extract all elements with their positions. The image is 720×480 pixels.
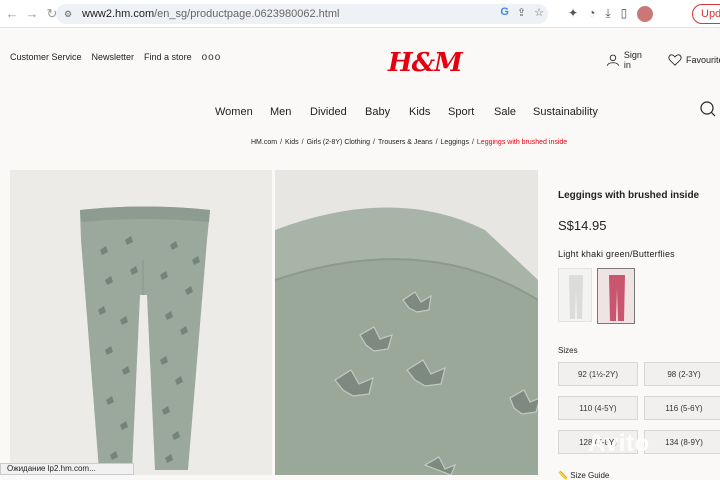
nav-men[interactable]: Men bbox=[270, 106, 291, 118]
find-store-link[interactable]: Find a store bbox=[144, 52, 192, 63]
back-icon[interactable]: ← bbox=[4, 6, 20, 21]
customer-service-link[interactable]: Customer Service bbox=[10, 52, 82, 63]
size-guide-label: Size Guide bbox=[570, 471, 610, 480]
size-option[interactable]: 98 (2-3Y) bbox=[644, 362, 720, 386]
profile-avatar[interactable] bbox=[637, 6, 654, 22]
chat-extension-icon[interactable]: ◔ bbox=[588, 6, 595, 22]
breadcrumb: HM.com / Kids / Girls (2-8Y) Clothing / Trouse… bbox=[251, 139, 568, 146]
size-guide-link[interactable]: 📏 Size Guide bbox=[558, 471, 609, 480]
nav-kids[interactable]: Kids bbox=[409, 106, 430, 118]
selected-color-name: Light khaki green/Butterflies bbox=[558, 249, 675, 259]
favourites-link[interactable]: Favourites bbox=[686, 55, 720, 65]
browser-status-bar: Ожидание lp2.hm.com... bbox=[0, 463, 134, 475]
nav-sale[interactable]: Sale bbox=[494, 106, 516, 118]
more-menu[interactable]: ooo bbox=[202, 52, 222, 63]
nav-divided[interactable]: Divided bbox=[310, 106, 347, 118]
url-path: /en_sg/productpage.0623980062.html bbox=[154, 8, 340, 20]
color-swatch-grey[interactable] bbox=[558, 268, 592, 322]
hm-logo[interactable]: H&M bbox=[388, 48, 463, 78]
product-title: Leggings with brushed inside bbox=[558, 190, 700, 201]
breadcrumb-kids[interactable]: Kids bbox=[285, 139, 299, 146]
user-icon[interactable] bbox=[606, 53, 620, 67]
browser-toolbar: ← → ↻ ⚙ www2.hm.com/en_sg/productpage.06… bbox=[0, 0, 720, 28]
url-domain: www2.hm.com bbox=[82, 8, 155, 20]
update-button[interactable]: Update bbox=[692, 4, 720, 24]
share-icon[interactable]: ⇪ bbox=[517, 6, 526, 19]
breadcrumb-current: Leggings with brushed inside bbox=[476, 139, 568, 146]
product-image-main[interactable] bbox=[10, 170, 272, 475]
account-links: Sign in Favourites bbox=[606, 50, 720, 70]
avito-watermark: Avito bbox=[588, 430, 650, 457]
nav-sport[interactable]: Sport bbox=[448, 106, 474, 118]
breadcrumb-leggings[interactable]: Leggings bbox=[441, 139, 469, 146]
breadcrumb-girls-clothing[interactable]: Girls (2-8Y) Clothing bbox=[307, 139, 370, 146]
sizes-label: Sizes bbox=[558, 346, 578, 355]
google-icon[interactable]: G bbox=[500, 6, 509, 19]
size-option[interactable]: 110 (4-5Y) bbox=[558, 396, 638, 420]
size-option[interactable]: 92 (1½-2Y) bbox=[558, 362, 638, 386]
leggings-closeup-illustration bbox=[275, 170, 538, 475]
nav-baby[interactable]: Baby bbox=[365, 106, 390, 118]
breadcrumb-trousers-jeans[interactable]: Trousers & Jeans bbox=[378, 139, 433, 146]
address-bar[interactable]: ⚙ www2.hm.com/en_sg/productpage.06239800… bbox=[56, 4, 548, 24]
side-panel-icon[interactable]: ▯ bbox=[621, 6, 628, 22]
breadcrumb-hm[interactable]: HM.com bbox=[251, 139, 277, 146]
heart-icon[interactable] bbox=[668, 53, 682, 67]
extensions-icon[interactable]: ✦ bbox=[568, 6, 578, 22]
product-image-detail[interactable] bbox=[275, 170, 538, 475]
nav-women[interactable]: Women bbox=[215, 106, 253, 118]
download-icon[interactable]: ⤓ bbox=[605, 6, 610, 22]
site-info-icon[interactable]: ⚙ bbox=[64, 9, 74, 19]
bookmark-star-icon[interactable]: ☆ bbox=[534, 6, 544, 19]
forward-icon[interactable]: → bbox=[24, 6, 40, 21]
search-icon[interactable] bbox=[698, 100, 716, 118]
site-header: Customer Service Newsletter Find a store… bbox=[0, 28, 720, 90]
ruler-icon: 📏 bbox=[558, 471, 568, 480]
nav-sustainability[interactable]: Sustainability bbox=[533, 106, 598, 118]
sign-in-link[interactable]: Sign in bbox=[624, 50, 648, 70]
size-option[interactable]: 134 (8-9Y) bbox=[644, 430, 720, 454]
size-option[interactable]: 116 (5-6Y) bbox=[644, 396, 720, 420]
leggings-illustration bbox=[80, 206, 210, 470]
utility-links: Customer Service Newsletter Find a store… bbox=[10, 52, 221, 63]
main-navigation: Women Men Divided Baby Kids Sport Sale S… bbox=[0, 104, 720, 122]
product-price: S$14.95 bbox=[558, 218, 607, 233]
color-swatch-pink[interactable] bbox=[597, 268, 635, 324]
newsletter-link[interactable]: Newsletter bbox=[92, 52, 135, 63]
